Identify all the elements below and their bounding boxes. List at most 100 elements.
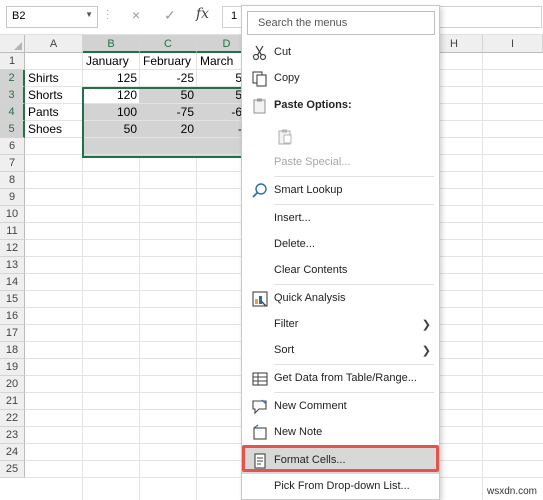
row-header-18[interactable]: 18 bbox=[0, 342, 25, 359]
menu-separator bbox=[274, 284, 434, 285]
menu-item-paste-options: Paste Options: bbox=[242, 93, 439, 119]
cell-b2[interactable]: 125 bbox=[83, 70, 140, 87]
menu-item-clear-contents[interactable]: Clear Contents bbox=[242, 258, 439, 284]
row-header-6[interactable]: 6 bbox=[0, 138, 25, 155]
row-header-17[interactable]: 17 bbox=[0, 325, 25, 342]
comment-icon bbox=[252, 399, 267, 415]
menu-separator bbox=[274, 364, 434, 365]
context-menu: Search the menus Cut Copy Paste Options: bbox=[241, 5, 440, 500]
row-header-22[interactable]: 22 bbox=[0, 410, 25, 427]
table-icon bbox=[252, 372, 268, 386]
cell-b1[interactable]: January bbox=[83, 53, 140, 70]
row-header-8[interactable]: 8 bbox=[0, 172, 25, 189]
menu-item-label: Copy bbox=[274, 72, 300, 84]
row-header-21[interactable]: 21 bbox=[0, 393, 25, 410]
smart-lookup-icon bbox=[252, 183, 267, 198]
menu-item-quick-analysis[interactable]: Quick Analysis bbox=[242, 286, 439, 312]
menu-item-copy[interactable]: Copy bbox=[242, 66, 439, 92]
menu-item-filter[interactable]: Filter ❯ bbox=[242, 312, 439, 338]
row-header-9[interactable]: 9 bbox=[0, 189, 25, 206]
column-header-b[interactable]: B bbox=[83, 35, 140, 53]
menu-separator bbox=[274, 204, 434, 205]
chevron-right-icon: ❯ bbox=[421, 319, 431, 331]
row-header-10[interactable]: 10 bbox=[0, 206, 25, 223]
insert-function-icon[interactable]: fx bbox=[196, 6, 209, 22]
menu-item-pick-from-list[interactable]: Pick From Drop-down List... bbox=[242, 474, 439, 500]
chevron-right-icon: ❯ bbox=[421, 345, 431, 357]
copy-icon bbox=[252, 71, 267, 87]
menu-item-insert[interactable]: Insert... bbox=[242, 206, 439, 232]
menu-item-new-comment[interactable]: New Comment bbox=[242, 394, 439, 420]
format-cells-highlight bbox=[242, 445, 439, 472]
menu-item-label: Delete... bbox=[274, 238, 315, 250]
column-header-c[interactable]: C bbox=[140, 35, 197, 53]
menu-item-paste-special[interactable]: Paste Special... bbox=[242, 150, 439, 176]
menu-item-label: Paste Options: bbox=[274, 99, 352, 111]
column-header-a[interactable]: A bbox=[25, 35, 83, 53]
cell-a3[interactable]: Shorts bbox=[25, 87, 83, 104]
menu-item-label: Get Data from Table/Range... bbox=[274, 372, 417, 384]
row-header-13[interactable]: 13 bbox=[0, 257, 25, 274]
cancel-icon[interactable]: × bbox=[132, 7, 140, 23]
clipboard-icon bbox=[253, 98, 266, 114]
row-header-1[interactable]: 1 bbox=[0, 53, 25, 70]
row-header-16[interactable]: 16 bbox=[0, 308, 25, 325]
paste-clipboard-icon bbox=[278, 129, 292, 145]
row-header-11[interactable]: 11 bbox=[0, 223, 25, 240]
row-header-20[interactable]: 20 bbox=[0, 376, 25, 393]
cell-a4[interactable]: Pants bbox=[25, 104, 83, 121]
row-header-7[interactable]: 7 bbox=[0, 155, 25, 172]
cell-d1[interactable]: March bbox=[197, 53, 242, 70]
cell-d2[interactable]: 5 bbox=[197, 70, 242, 87]
cell-c1[interactable]: February bbox=[140, 53, 197, 70]
menu-item-label: Filter bbox=[274, 318, 299, 330]
row-header-14[interactable]: 14 bbox=[0, 274, 25, 291]
name-box[interactable]: B2 ▼ bbox=[6, 6, 98, 28]
menu-separator bbox=[274, 176, 434, 177]
menu-item-cut[interactable]: Cut bbox=[242, 40, 439, 66]
cell-a5[interactable]: Shoes bbox=[25, 121, 83, 138]
select-all-button[interactable] bbox=[0, 35, 25, 53]
menu-search-input[interactable]: Search the menus bbox=[247, 11, 435, 35]
menu-item-label: Paste Special... bbox=[274, 156, 351, 168]
menu-item-new-note[interactable]: New Note bbox=[242, 420, 439, 446]
quick-analysis-icon bbox=[252, 291, 268, 307]
row-header-2[interactable]: 2 bbox=[0, 70, 25, 87]
formula-input-value: 1 bbox=[231, 10, 238, 22]
row-header-12[interactable]: 12 bbox=[0, 240, 25, 257]
row-header-19[interactable]: 19 bbox=[0, 359, 25, 376]
chevron-down-icon[interactable]: ▼ bbox=[85, 10, 93, 19]
menu-search-placeholder: Search the menus bbox=[258, 17, 348, 29]
menu-item-label: Sort bbox=[274, 344, 295, 356]
cell-a2[interactable]: Shirts bbox=[25, 70, 83, 87]
row-header-25[interactable]: 25 bbox=[0, 461, 25, 478]
row-header-23[interactable]: 23 bbox=[0, 427, 25, 444]
menu-item-label: New Comment bbox=[274, 400, 347, 412]
row-header-4[interactable]: 4 bbox=[0, 104, 25, 121]
selection-border bbox=[82, 87, 244, 158]
menu-separator bbox=[274, 392, 434, 393]
scissors-icon bbox=[252, 45, 267, 61]
menu-item-label: Clear Contents bbox=[274, 264, 348, 276]
note-icon bbox=[253, 424, 267, 440]
column-header-i[interactable]: I bbox=[483, 35, 543, 53]
cell-c2[interactable]: -25 bbox=[140, 70, 197, 87]
menu-item-label: Insert... bbox=[274, 212, 311, 224]
row-header-5[interactable]: 5 bbox=[0, 121, 25, 138]
row-header-15[interactable]: 15 bbox=[0, 291, 25, 308]
menu-item-sort[interactable]: Sort ❯ bbox=[242, 338, 439, 364]
menu-item-label: Cut bbox=[274, 46, 292, 58]
menu-item-label: Smart Lookup bbox=[274, 184, 343, 196]
row-header-24[interactable]: 24 bbox=[0, 444, 25, 461]
menu-item-label: New Note bbox=[274, 426, 323, 438]
name-box-value: B2 bbox=[12, 10, 26, 22]
enter-icon[interactable]: ✓ bbox=[164, 7, 176, 24]
row-header-3[interactable]: 3 bbox=[0, 87, 25, 104]
paste-option-button[interactable] bbox=[242, 123, 439, 151]
menu-item-delete[interactable]: Delete... bbox=[242, 232, 439, 258]
menu-item-label: Pick From Drop-down List... bbox=[274, 480, 410, 492]
menu-item-get-data[interactable]: Get Data from Table/Range... bbox=[242, 366, 439, 392]
menu-item-smart-lookup[interactable]: Smart Lookup bbox=[242, 178, 439, 204]
watermark: wsxdn.com bbox=[486, 486, 537, 497]
drag-handle-icon[interactable]: · · · bbox=[106, 6, 109, 24]
